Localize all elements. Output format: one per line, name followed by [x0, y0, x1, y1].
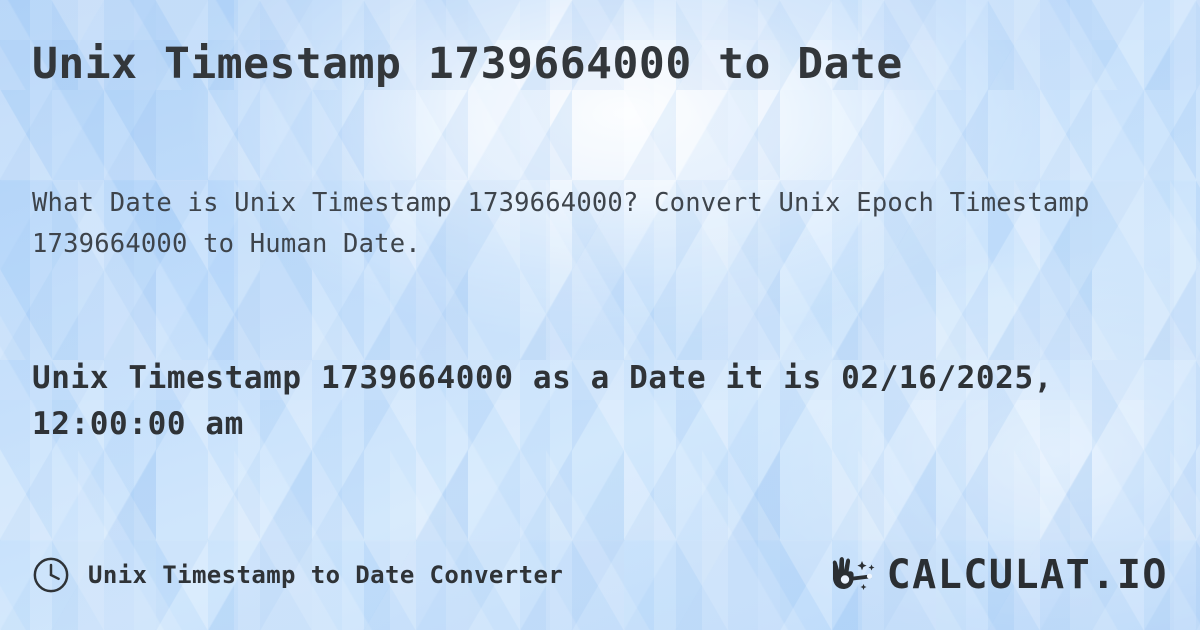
page-canvas: Unix Timestamp 1739664000 to Date What D…	[0, 0, 1200, 630]
footer-left-group: Unix Timestamp to Date Converter	[32, 556, 563, 594]
content-area: Unix Timestamp 1739664000 to Date What D…	[0, 0, 1200, 630]
footer-label: Unix Timestamp to Date Converter	[88, 561, 564, 589]
page-description: What Date is Unix Timestamp 1739664000? …	[32, 188, 1090, 259]
clock-icon	[33, 557, 69, 593]
brand-logo[interactable]: CALCULAT.IO	[825, 552, 1168, 598]
brand-name: CALCULAT.IO	[886, 552, 1168, 598]
magic-wand-hand-icon	[832, 557, 875, 590]
conversion-result-heading: Unix Timestamp 1739664000 as a Date it i…	[32, 360, 1053, 442]
page-title: Unix Timestamp 1739664000 to Date	[32, 39, 903, 89]
footer: Unix Timestamp to Date Converter CALCULA…	[32, 552, 1168, 598]
